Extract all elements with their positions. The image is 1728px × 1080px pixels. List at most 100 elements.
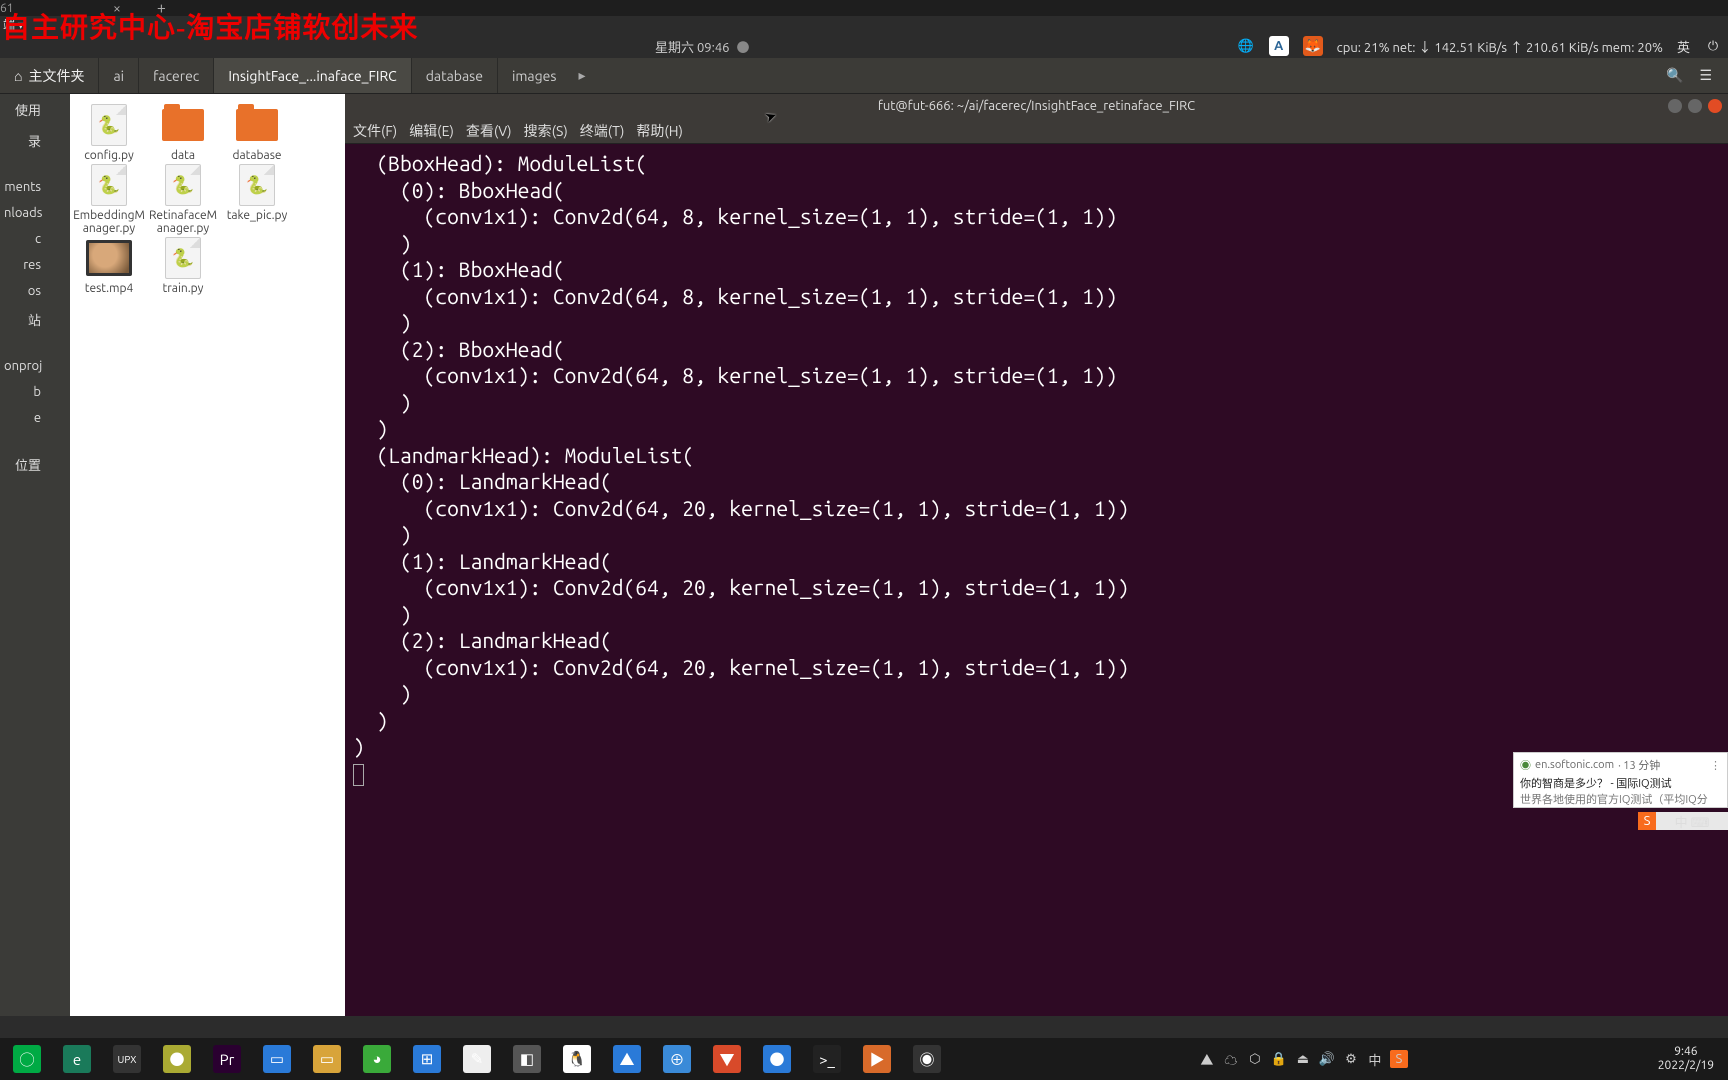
toolbar-tools: 🔍 ☰ xyxy=(1666,67,1728,84)
taskbar-app-notes[interactable]: ▭ xyxy=(256,1041,298,1077)
notification-close-icon[interactable]: ⋮ xyxy=(1710,759,1721,772)
taskbar-app-notepad[interactable]: ✎ xyxy=(456,1041,498,1077)
python-file-icon: 🐍 xyxy=(85,104,133,146)
clock-display[interactable]: 星期六 09:46 ● xyxy=(655,37,750,56)
breadcrumb-item[interactable]: InsightFace_...inaface_FIRC xyxy=(213,58,410,93)
path-bar: ⌂ 主文件夹 aifacerecInsightFace_...inaface_F… xyxy=(0,58,1728,94)
menu-item[interactable]: 终端(T) xyxy=(580,121,625,141)
file-label: test.mp4 xyxy=(85,282,133,295)
menu-item[interactable]: 文件(F) xyxy=(353,121,397,141)
sidebar-item[interactable]: res xyxy=(0,252,45,278)
sidebar-item[interactable]: e xyxy=(0,405,45,431)
file-grid[interactable]: 🐍config.pydatadatabase 🐍EmbeddingManager.… xyxy=(45,94,345,305)
taskbar-app-edge[interactable]: e xyxy=(56,1041,98,1077)
system-menu-icon[interactable]: ⏻ xyxy=(1704,37,1722,55)
menu-item[interactable]: 帮助(H) xyxy=(636,121,683,141)
app14-icon: ⊕ xyxy=(663,1045,691,1073)
file-item[interactable]: test.mp4 xyxy=(73,237,145,295)
tray-icon[interactable]: ☁ xyxy=(1222,1050,1240,1068)
taskbar-app-premiere[interactable]: Pr xyxy=(206,1041,248,1077)
taskbar-app-terminal[interactable]: >_ xyxy=(806,1041,848,1077)
view-options-icon[interactable]: ☰ xyxy=(1699,67,1712,84)
sidebar-item[interactable]: ments xyxy=(0,174,45,200)
taskbar-app-wechat[interactable]: ◕ xyxy=(356,1041,398,1077)
sidebar-item[interactable]: os xyxy=(0,278,45,304)
taskbar-app-app14[interactable]: ⊕ xyxy=(656,1041,698,1077)
sidebar-item[interactable]: nloads xyxy=(0,200,45,226)
search-icon[interactable]: 🔍 xyxy=(1666,67,1683,84)
terminal-window: fut@fut-666: ~/ai/facerec/InsightFace_re… xyxy=(345,94,1728,1016)
globe-icon: ◉ xyxy=(1520,757,1531,773)
taskbar-app-obs[interactable]: ◉ xyxy=(906,1041,948,1077)
menu-item[interactable]: 搜索(S) xyxy=(524,121,568,141)
taskbar-app-upx[interactable]: UPX xyxy=(106,1041,148,1077)
taskbar-app-app18[interactable]: ▶ xyxy=(856,1041,898,1077)
terminal-titlebar[interactable]: fut@fut-666: ~/ai/facerec/InsightFace_re… xyxy=(345,94,1728,118)
chevron-right-icon[interactable]: ▸ xyxy=(571,67,594,84)
upx-icon: UPX xyxy=(113,1045,141,1073)
close-button[interactable] xyxy=(1708,99,1722,113)
file-item[interactable]: database xyxy=(221,104,293,162)
taskbar-app-qq[interactable]: 🐧 xyxy=(556,1041,598,1077)
taskbar-app-app4[interactable]: ● xyxy=(156,1041,198,1077)
home-crumb[interactable]: ⌂ 主文件夹 xyxy=(0,66,98,86)
breadcrumb-item[interactable]: facerec xyxy=(138,58,213,93)
tray-icon[interactable]: ⬡ xyxy=(1246,1050,1264,1068)
system-tray: ▲ ☁ ⬡ 🔒 ⏏ 🔊 ⚙ 中S xyxy=(1198,1050,1408,1068)
tray-icon[interactable]: 中 xyxy=(1366,1050,1384,1068)
folder-icon xyxy=(159,104,207,146)
taskbar-app-app15[interactable]: ▼ xyxy=(706,1041,748,1077)
grid-icon: ⊞ xyxy=(413,1045,441,1073)
sogou-tray-icon[interactable]: S xyxy=(1390,1050,1408,1068)
taskbar-app-app16[interactable]: ● xyxy=(756,1041,798,1077)
browser-notification[interactable]: ◉ en.softonic.com · 13 分钟 ⋮ 你的智商是多少？ - 国… xyxy=(1513,752,1728,808)
taskbar-app-grid[interactable]: ⊞ xyxy=(406,1041,448,1077)
terminal-content[interactable]: (BboxHead): ModuleList( (0): BboxHead( (… xyxy=(345,144,1728,1016)
input-method-indicator[interactable]: A xyxy=(1269,36,1289,56)
sidebar-item[interactable]: 位置 xyxy=(0,449,45,480)
breadcrumb-item[interactable]: database xyxy=(411,58,497,93)
menu-item[interactable]: 编辑(E) xyxy=(409,121,454,141)
language-indicator[interactable]: 英 xyxy=(1677,37,1690,56)
file-item[interactable]: 🐍config.py xyxy=(73,104,145,162)
clock-date: 2022/2/19 xyxy=(1658,1059,1714,1073)
sidebar-item[interactable]: 站 xyxy=(0,304,45,335)
tray-icon[interactable]: ▲ xyxy=(1198,1050,1216,1068)
tray-icon[interactable]: 🔊 xyxy=(1318,1050,1336,1068)
sidebar-item[interactable]: 录 xyxy=(0,125,45,156)
tray-icon[interactable]: ⏏ xyxy=(1294,1050,1312,1068)
minimize-button[interactable] xyxy=(1668,99,1682,113)
menu-item[interactable]: 查看(V) xyxy=(466,121,512,141)
folder-icon xyxy=(233,104,281,146)
taskbar-app-start[interactable]: ◯ xyxy=(6,1041,48,1077)
tray-icon[interactable]: 🔒 xyxy=(1270,1050,1288,1068)
maximize-button[interactable] xyxy=(1688,99,1702,113)
sidebar-item[interactable]: onproj xyxy=(0,353,45,379)
firefox-indicator-icon[interactable]: 🦊 xyxy=(1303,36,1323,56)
windows-taskbar: ◯eUPX●Pr▭▭◕⊞✎◧🐧▲⊕▼●>_▶◉ ▲☁⬡🔒⏏🔊⚙中S 9:46 2… xyxy=(0,1038,1728,1080)
sidebar-item[interactable]: b xyxy=(0,379,45,405)
taskbar-app-feishu[interactable]: ▲ xyxy=(606,1041,648,1077)
app4-icon: ● xyxy=(163,1045,191,1073)
explorer-icon: ▭ xyxy=(313,1045,341,1073)
sidebar-item[interactable]: c xyxy=(0,226,45,252)
taskbar-clock[interactable]: 9:46 2022/2/19 xyxy=(1650,1045,1722,1073)
taskbar-app-snip[interactable]: ◧ xyxy=(506,1041,548,1077)
ime-indicator[interactable]: S 中 ⌨ xyxy=(1638,812,1728,830)
file-item[interactable]: 🐍train.py xyxy=(147,237,219,295)
datetime-text: 星期六 09:46 xyxy=(655,41,730,55)
file-item[interactable]: 🐍RetinafaceManager.py xyxy=(147,164,219,235)
breadcrumb-item[interactable]: images xyxy=(497,58,571,93)
file-item[interactable]: 🐍take_pic.py xyxy=(221,164,293,235)
tray-icon[interactable]: ⚙ xyxy=(1342,1050,1360,1068)
file-item[interactable]: data xyxy=(147,104,219,162)
notification-time: · 13 分钟 xyxy=(1618,757,1660,773)
sidebar-item[interactable]: 使用 xyxy=(0,94,45,125)
status-area: 🌐 A 🦊 cpu: 21% net: ↓ 142.51 KiB/s ↑ 210… xyxy=(1237,36,1722,56)
breadcrumb-item[interactable]: ai xyxy=(98,58,138,93)
taskbar-app-explorer[interactable]: ▭ xyxy=(306,1041,348,1077)
file-item[interactable]: 🐍EmbeddingManager.py xyxy=(73,164,145,235)
accessibility-icon[interactable]: 🌐 xyxy=(1237,37,1255,55)
sidebar-gutter xyxy=(45,94,70,1016)
notification-title: 你的智商是多少？ - 国际IQ测试 xyxy=(1520,775,1721,791)
